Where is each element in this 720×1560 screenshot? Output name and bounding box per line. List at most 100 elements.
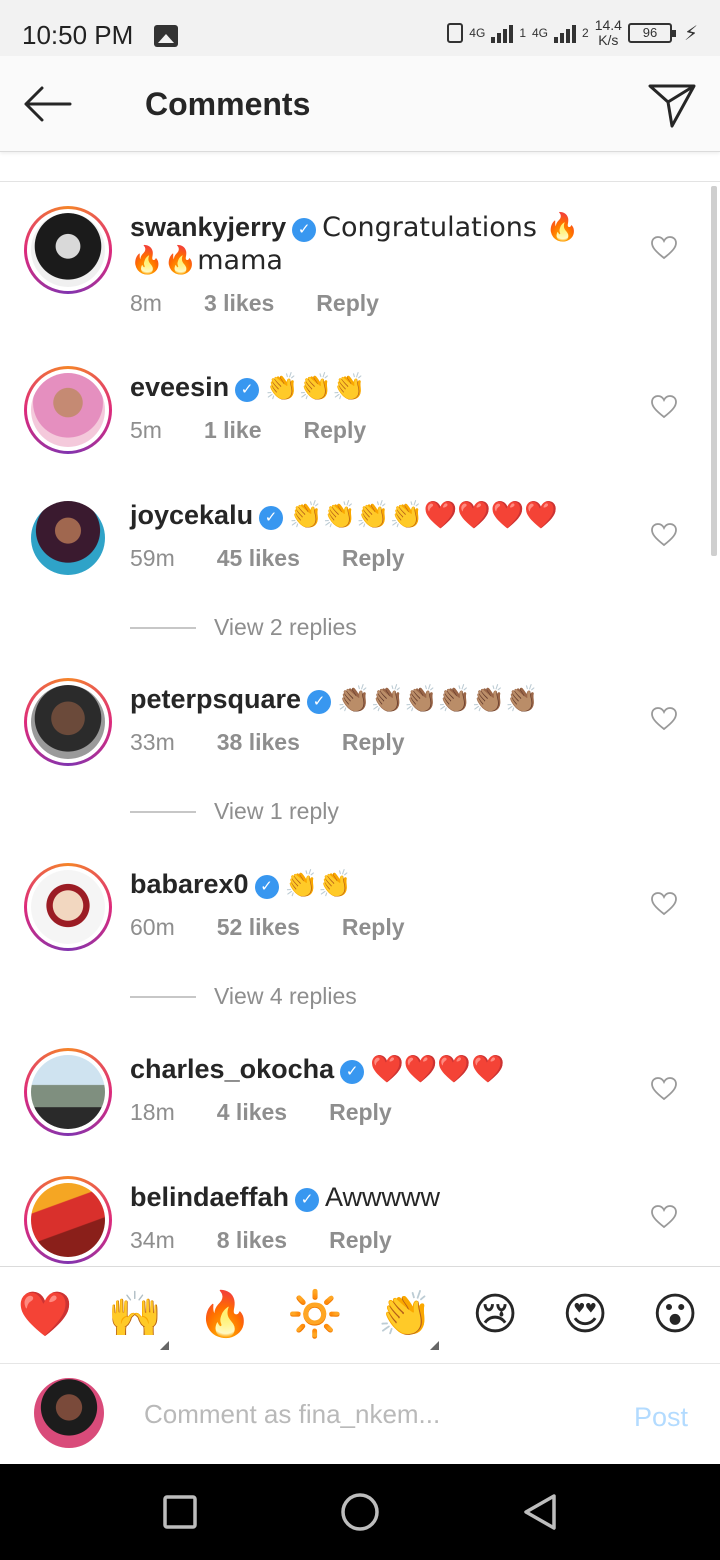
comment-time: 33m [130, 729, 175, 755]
skin-tone-indicator-icon [430, 1341, 439, 1350]
view-replies-label: View 1 reply [214, 798, 339, 824]
emoji-fire-button[interactable]: 🔥 [197, 1289, 253, 1341]
comment-likes[interactable]: 38 likes [217, 729, 300, 756]
comment-likes[interactable]: 4 likes [217, 1099, 287, 1126]
comment-time: 34m [130, 1227, 175, 1253]
comment-time: 59m [130, 545, 175, 571]
paper-plane-icon [648, 84, 696, 128]
view-replies-label: View 4 replies [214, 983, 357, 1009]
post-button[interactable]: Post [634, 1402, 688, 1433]
comment-likes[interactable]: 45 likes [217, 545, 300, 572]
comment-username[interactable]: charles_okocha [130, 1054, 334, 1084]
avatar[interactable] [24, 678, 112, 766]
comment-time: 5m [130, 417, 162, 443]
emoji-sun-button[interactable]: 🔆 [287, 1289, 343, 1341]
reply-button[interactable]: Reply [304, 417, 367, 444]
emoji-heart-eyes-button[interactable]: 😍 [557, 1289, 613, 1341]
comment-username[interactable]: eveesin [130, 372, 229, 402]
emoji-crying-button[interactable]: 😢 [467, 1289, 523, 1341]
comment-meta: 59m 45 likes Reply [130, 545, 405, 572]
comment-username[interactable]: belindaeffah [130, 1182, 289, 1212]
comment-body: 👏👏 [284, 869, 352, 900]
emoji-surprised-button[interactable]: 😮 [647, 1289, 703, 1341]
system-nav-bar [0, 1464, 720, 1560]
scrollbar[interactable] [711, 186, 717, 556]
comment-likes[interactable]: 52 likes [217, 914, 300, 941]
vibrate-icon [447, 23, 464, 43]
comment-text: belindaeffah ✓ Awwwww [130, 1181, 610, 1214]
avatar[interactable] [24, 206, 112, 294]
back-button[interactable] [18, 78, 74, 130]
replies-divider [130, 810, 196, 813]
comment-meta: 18m 4 likes Reply [130, 1099, 392, 1126]
reply-button[interactable]: Reply [329, 1227, 392, 1254]
battery-icon: 96 [627, 23, 676, 43]
comment-text: babarex0 ✓ 👏👏 [130, 868, 610, 901]
view-replies-button[interactable]: View 4 replies [130, 983, 357, 1010]
verified-badge-icon: ✓ [235, 378, 260, 402]
charging-icon: ⚡ [683, 22, 698, 45]
comment-text: eveesin ✓ 👏👏👏 [130, 371, 610, 404]
like-comment-button[interactable] [651, 892, 677, 916]
comment-text: charles_okocha ✓ ❤️❤️❤️❤️ [130, 1053, 610, 1086]
network-type-1: 4G [469, 26, 486, 40]
replies-divider [130, 626, 196, 629]
back-nav-button[interactable] [520, 1492, 560, 1532]
comment-likes[interactable]: 8 likes [217, 1227, 287, 1254]
status-bar: 10:50 PM 4G 1 4G 2 14.4 K/s 96 ⚡ [0, 0, 720, 56]
emoji-heart-button[interactable]: ❤️ [17, 1289, 73, 1341]
status-time: 10:50 PM [22, 20, 134, 50]
comment-likes[interactable]: 3 likes [204, 290, 274, 317]
reply-button[interactable]: Reply [316, 290, 379, 317]
comment-meta: 33m 38 likes Reply [130, 729, 405, 756]
reply-button[interactable]: Reply [342, 914, 405, 941]
like-comment-button[interactable] [651, 1205, 677, 1229]
verified-badge-icon: ✓ [259, 506, 284, 530]
view-replies-button[interactable]: View 2 replies [130, 614, 357, 641]
comment-meta: 60m 52 likes Reply [130, 914, 405, 941]
comment-input[interactable] [130, 1392, 600, 1436]
signal-bars-1-icon [491, 23, 514, 43]
sim-2-label: 2 [582, 26, 589, 40]
verified-badge-icon: ✓ [307, 690, 332, 714]
avatar[interactable] [24, 494, 112, 582]
comment-username[interactable]: swankyjerry [130, 212, 286, 242]
view-replies-label: View 2 replies [214, 614, 357, 640]
emoji-clapping-button[interactable]: 👏 [377, 1289, 433, 1341]
reply-button[interactable]: Reply [342, 545, 405, 572]
avatar[interactable] [24, 1176, 112, 1264]
home-button[interactable] [340, 1492, 380, 1532]
circle-icon [341, 1493, 379, 1531]
comment-body: 👏🏽👏🏽👏🏽👏🏽👏🏽👏🏽 [337, 684, 539, 715]
emoji-raised-hands-button[interactable]: 🙌 [107, 1289, 163, 1341]
comment-item: charles_okocha ✓ ❤️❤️❤️❤️ 18m 4 likes Repl… [0, 1048, 700, 1158]
heart-outline-icon [651, 395, 677, 419]
heart-outline-icon [651, 1205, 677, 1229]
reply-button[interactable]: Reply [329, 1099, 392, 1126]
current-user-avatar [34, 1378, 104, 1448]
view-replies-button[interactable]: View 1 reply [130, 798, 339, 825]
avatar[interactable] [24, 1048, 112, 1136]
avatar[interactable] [24, 366, 112, 454]
like-comment-button[interactable] [651, 236, 677, 260]
header: Comments [0, 56, 720, 152]
status-indicators: 4G 1 4G 2 14.4 K/s 96 ⚡ [447, 16, 698, 50]
heart-outline-icon [651, 1077, 677, 1101]
sim-1-label: 1 [519, 26, 526, 40]
comment-item: eveesin ✓ 👏👏👏 5m 1 like Reply [0, 366, 700, 476]
comment-username[interactable]: joycekalu [130, 500, 253, 530]
share-button[interactable] [646, 78, 698, 130]
comment-username[interactable]: babarex0 [130, 869, 249, 899]
comment-likes[interactable]: 1 like [204, 417, 262, 444]
like-comment-button[interactable] [651, 395, 677, 419]
recent-apps-button[interactable] [160, 1492, 200, 1532]
like-comment-button[interactable] [651, 523, 677, 547]
comment-username[interactable]: peterpsquare [130, 684, 301, 714]
reply-button[interactable]: Reply [342, 729, 405, 756]
like-comment-button[interactable] [651, 1077, 677, 1101]
like-comment-button[interactable] [651, 707, 677, 731]
divider [0, 181, 720, 182]
comment-body: 👏👏👏 [265, 372, 366, 403]
avatar[interactable] [24, 863, 112, 951]
speed-value: 14.4 [594, 17, 622, 33]
